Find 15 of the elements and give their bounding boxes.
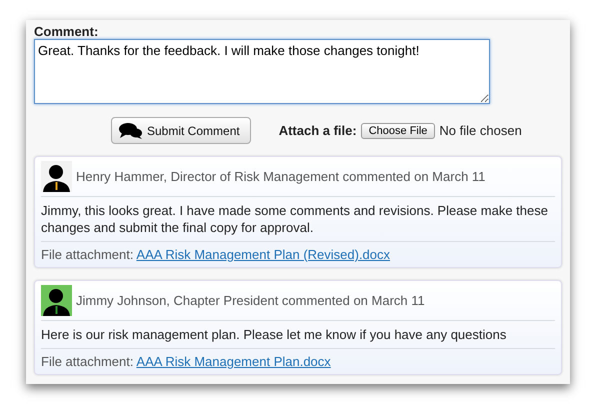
- comment-field[interactable]: Great. Thanks for the feedback. I will make those changes tonight!: [34, 39, 490, 104]
- attachment-label: File attachment:: [41, 354, 134, 369]
- choose-file-button[interactable]: Choose File: [360, 122, 436, 138]
- comment-author: Henry Hammer, Director of Risk Management commented on March 11: [76, 169, 486, 184]
- comment-author: Jimmy Johnson, Chapter President commented on March 11: [76, 293, 425, 308]
- comment-text: Here is our risk management plan. Please let me know if you have any questions: [41, 321, 555, 349]
- attach-label: Attach a file:: [278, 123, 357, 138]
- submit-comment-button[interactable]: Submit Comment: [111, 117, 251, 144]
- comment-label: Comment:: [34, 24, 98, 39]
- comment-text: Jimmy, this looks great. I have made some comments and revisions. Please make these changes and submit the final copy for approval.: [41, 197, 555, 242]
- speech-bubbles-icon: [119, 122, 143, 139]
- file-status: No file chosen: [439, 123, 522, 138]
- attachment-link[interactable]: AAA Risk Management Plan.docx: [136, 354, 331, 369]
- attachment-link[interactable]: AAA Risk Management Plan (Revised).docx: [136, 247, 390, 262]
- attachment-label: File attachment:: [41, 247, 134, 262]
